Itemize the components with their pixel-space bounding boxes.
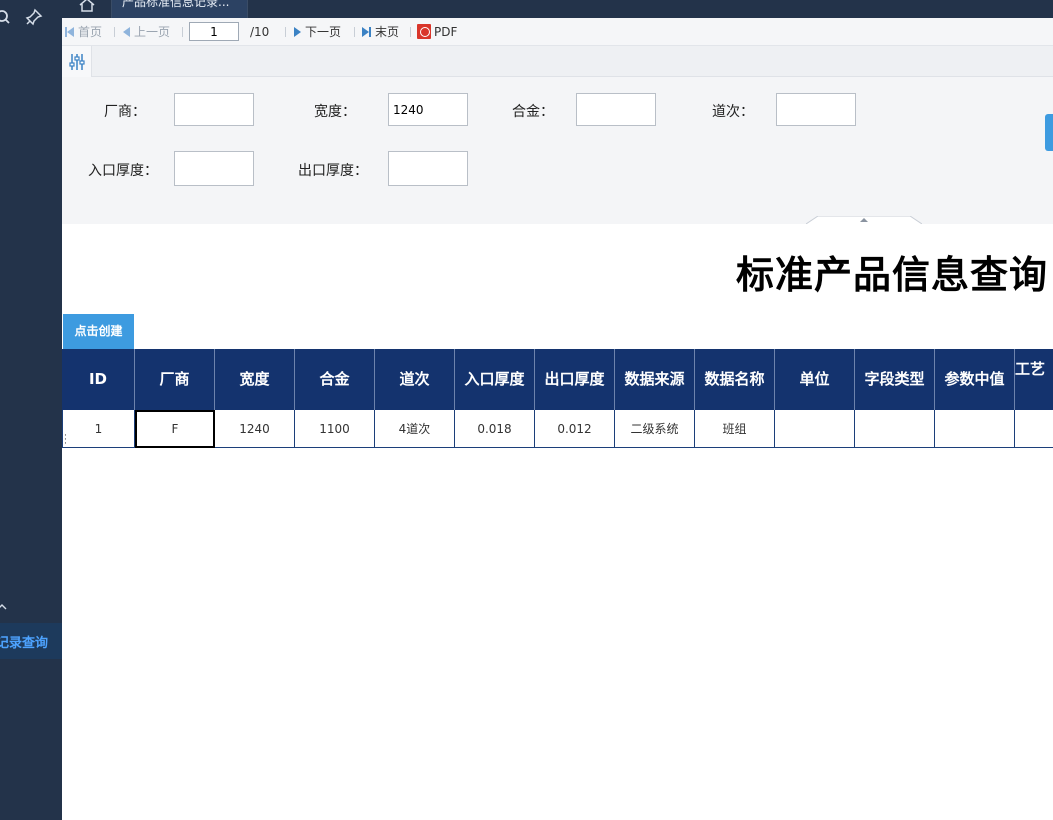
- table-cell-data-source[interactable]: 二级系统: [615, 410, 695, 448]
- column-header-id: ID: [62, 349, 135, 410]
- column-header-exit-thickness: 出口厚度: [535, 349, 615, 410]
- table-cell-vendor[interactable]: F: [135, 410, 215, 448]
- next-page-icon: [294, 27, 301, 37]
- alloy-label: 合金：: [512, 104, 554, 120]
- row-drag-handle[interactable]: · · ·: [64, 432, 67, 449]
- column-header-param-median: 参数中值: [935, 349, 1015, 410]
- width-label: 宽度：: [314, 104, 356, 120]
- next-page-button[interactable]: 下一页: [294, 25, 341, 39]
- column-header-data-source: 数据来源: [615, 349, 695, 410]
- total-pages: /10: [250, 25, 270, 39]
- column-header-entry-thickness: 入口厚度: [455, 349, 535, 410]
- table-cell-entry-thickness[interactable]: 0.018: [455, 410, 535, 448]
- table-cell-data-name[interactable]: 班组: [695, 410, 775, 448]
- pass-input[interactable]: [776, 93, 856, 126]
- table-cell-alloy[interactable]: 1100: [295, 410, 375, 448]
- entry-thickness-label: 入口厚度：: [88, 163, 158, 179]
- vendor-input[interactable]: [174, 93, 254, 126]
- alloy-input[interactable]: [576, 93, 656, 126]
- tab-label: 产品标准信息记录...: [122, 0, 230, 9]
- prev-page-button[interactable]: 上一页: [123, 25, 170, 39]
- last-page-icon: [362, 27, 369, 37]
- home-icon: [79, 0, 95, 12]
- column-header-vendor: 厂商: [135, 349, 215, 410]
- query-button[interactable]: [1045, 114, 1053, 151]
- column-header-data-name: 数据名称: [695, 349, 775, 410]
- parameter-form: 厂商： 宽度： 合金： 道次： 入口厚度： 出口厚度：: [62, 77, 1053, 224]
- last-page-button[interactable]: 末页: [362, 25, 399, 39]
- collapse-pane-handle[interactable]: [806, 216, 922, 224]
- divider: [410, 27, 411, 37]
- parameter-pane-toolbar: [62, 46, 1053, 77]
- column-header-pass: 道次: [375, 349, 455, 410]
- table-cell-process[interactable]: [1015, 410, 1053, 448]
- sliders-icon: [69, 54, 85, 70]
- divider: [182, 27, 183, 37]
- table-cell-param-median[interactable]: [935, 410, 1015, 448]
- tab-product-standard-records[interactable]: 产品标准信息记录...: [112, 0, 248, 18]
- column-header-width: 宽度: [215, 349, 295, 410]
- page-number-input[interactable]: [189, 22, 239, 41]
- column-header-unit: 单位: [775, 349, 855, 410]
- column-header-alloy: 合金: [295, 349, 375, 410]
- divider: [354, 27, 355, 37]
- prev-page-icon: [123, 27, 130, 37]
- divider: [114, 27, 115, 37]
- width-input[interactable]: [388, 93, 468, 126]
- exit-thickness-label: 出口厚度：: [298, 163, 368, 179]
- report-title: 标准产品信息查询: [736, 253, 1049, 297]
- pin-icon[interactable]: [25, 8, 43, 26]
- table-cell-pass[interactable]: 4道次: [375, 410, 455, 448]
- create-button[interactable]: 点击创建: [63, 314, 134, 349]
- sidebar-item-record-query[interactable]: 记录查询: [0, 623, 62, 659]
- table-cell-field-type[interactable]: [855, 410, 935, 448]
- pass-label: 道次：: [712, 104, 754, 120]
- tab-home[interactable]: [62, 0, 112, 18]
- pdf-icon: [417, 24, 431, 39]
- chevron-up-icon[interactable]: [0, 598, 8, 610]
- entry-thickness-input[interactable]: [174, 151, 254, 186]
- vendor-label: 厂商：: [104, 104, 146, 120]
- search-icon[interactable]: [0, 8, 12, 26]
- divider: [285, 27, 286, 37]
- pdf-export-button[interactable]: PDF: [417, 24, 457, 39]
- first-page-button[interactable]: 首页: [65, 25, 102, 39]
- sidebar: 记录查询: [0, 0, 62, 820]
- column-header-process: 工艺（上: [1015, 349, 1053, 410]
- tab-bar: 产品标准信息记录...: [62, 0, 1053, 18]
- table-cell-width[interactable]: 1240: [215, 410, 295, 448]
- table-cell-id[interactable]: 1: [62, 410, 135, 448]
- column-header-field-type: 字段类型: [855, 349, 935, 410]
- report-toolbar: 首页 上一页 /10 下一页 末页 PDF: [62, 18, 1053, 46]
- filter-toggle-button[interactable]: [62, 46, 92, 77]
- sidebar-item-label: 记录查询: [0, 636, 49, 651]
- exit-thickness-input[interactable]: [388, 151, 468, 186]
- table-cell-unit[interactable]: [775, 410, 855, 448]
- table-cell-exit-thickness[interactable]: 0.012: [535, 410, 615, 448]
